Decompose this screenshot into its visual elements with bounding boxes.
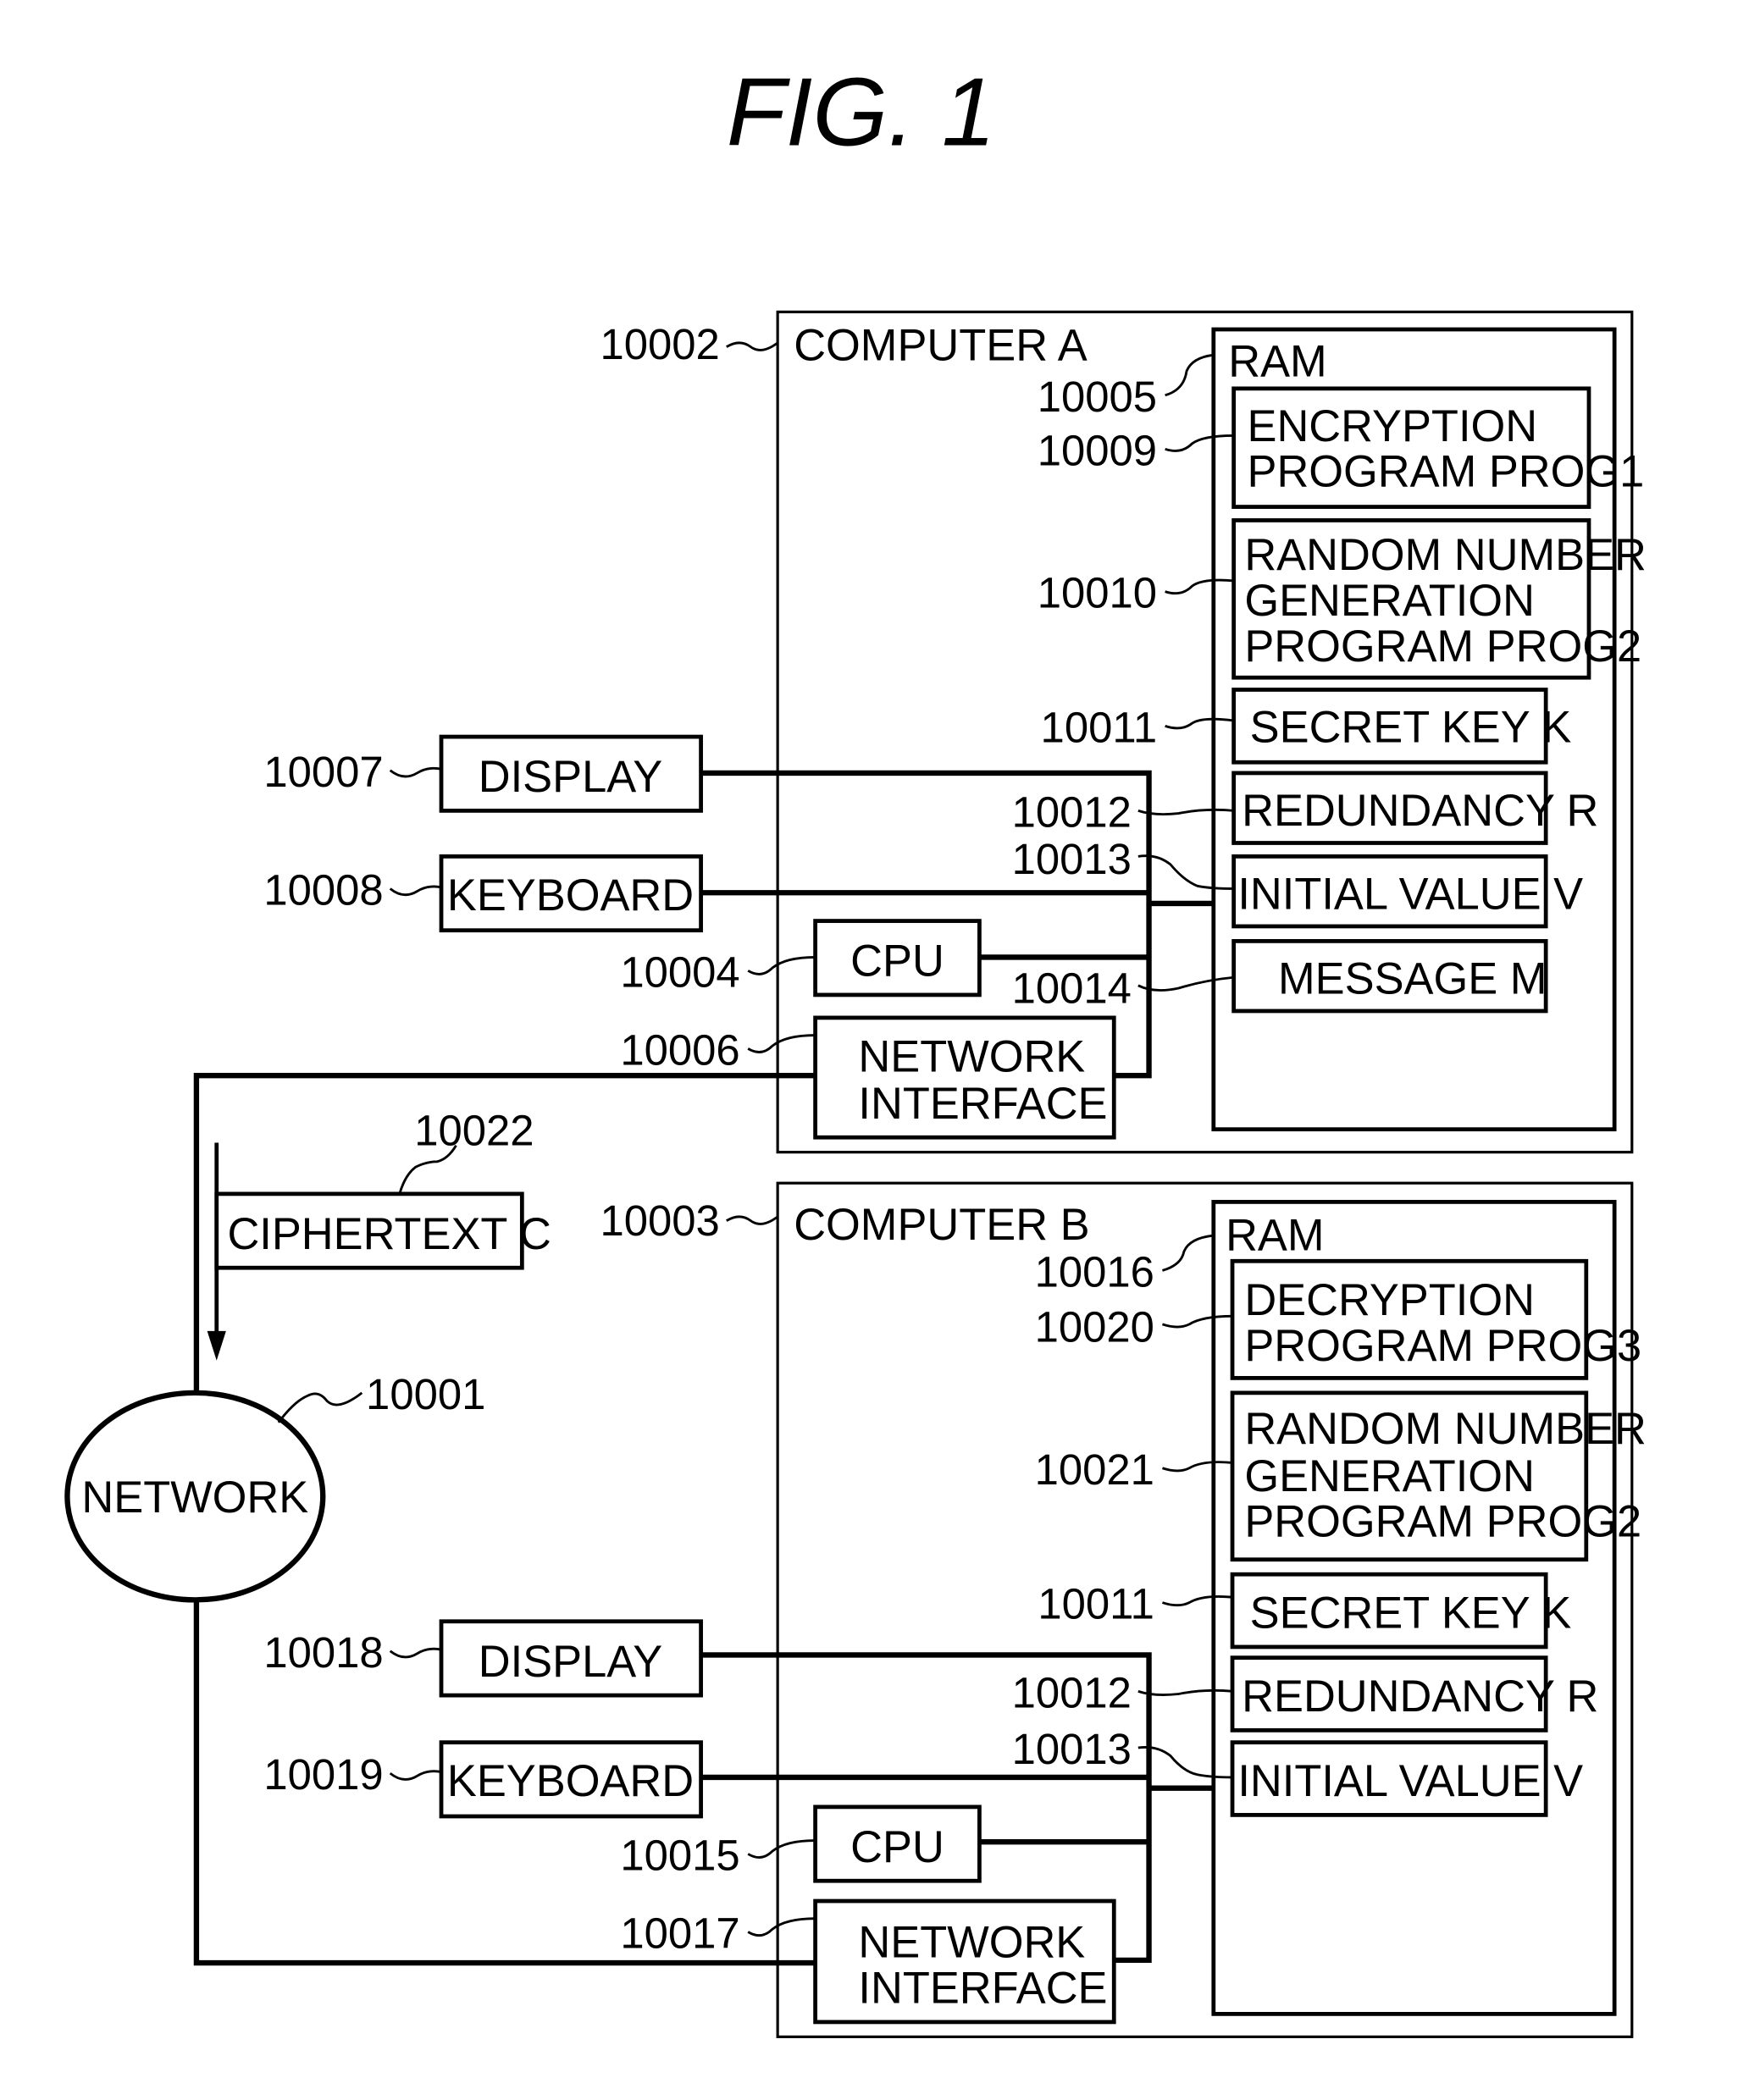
ref-10006: 10006: [620, 1025, 739, 1074]
ram-a-ref: 10005: [1038, 373, 1157, 421]
ram-b-ref: 10016: [1035, 1247, 1154, 1296]
display-a-label: DISPLAY: [479, 753, 662, 802]
ram-a-item-text: REDUNDANCY R: [1242, 787, 1598, 836]
ram-b-item-text: DECRYPTION: [1244, 1276, 1535, 1325]
leader-10018: [389, 1647, 442, 1659]
ref-10014: 10014: [1012, 964, 1132, 1012]
ref-10012-a: 10012: [1012, 788, 1132, 836]
ram-a-label: RAM: [1228, 338, 1326, 387]
ram-b-label: RAM: [1226, 1212, 1324, 1261]
ref-10004: 10004: [620, 948, 739, 996]
keyboard-b-label: KEYBOARD: [447, 1757, 694, 1806]
ram-a-item-text: GENERATION: [1244, 577, 1535, 626]
ram-a-item-text: SECRET KEY K: [1250, 703, 1572, 752]
computer-a-label: COMPUTER A: [794, 322, 1088, 371]
computer-b-label: COMPUTER B: [794, 1201, 1089, 1250]
ref-10019: 10019: [263, 1750, 383, 1799]
display-b-label: DISPLAY: [479, 1638, 662, 1687]
ref-10001: 10001: [366, 1370, 485, 1418]
ram-b-item-text: SECRET KEY K: [1250, 1589, 1572, 1639]
leader-10004: [747, 956, 816, 975]
leader-10007: [389, 766, 442, 778]
ref-10010: 10010: [1038, 569, 1157, 617]
ram-b-item-text: PROGRAM PROG3: [1244, 1322, 1641, 1371]
computer-a-ref: 10002: [601, 320, 720, 368]
ref-10020: 10020: [1035, 1303, 1154, 1351]
leader-10017: [747, 1917, 816, 1937]
leader-10015: [747, 1839, 816, 1859]
keyboard-a-label: KEYBOARD: [447, 871, 694, 920]
ref-10017: 10017: [620, 1909, 739, 1958]
ram-b-item-text: INITIAL VALUE V: [1237, 1757, 1583, 1806]
ref-10018: 10018: [263, 1628, 383, 1677]
ram-a-item-text: INITIAL VALUE V: [1237, 870, 1583, 919]
ram-a-item-text: ENCRYPTION: [1248, 402, 1538, 451]
network-interface-a-label: NETWORK: [858, 1032, 1085, 1081]
cpu-a-label: CPU: [850, 937, 944, 986]
ref-10022: 10022: [414, 1107, 534, 1155]
leader-10005: [1165, 353, 1214, 397]
ram-b-item-text: PROGRAM PROG2: [1244, 1498, 1641, 1547]
ciphertext-label: CIPHERTEXT C: [227, 1210, 551, 1259]
figure-title: FIG. 1: [727, 58, 996, 166]
network-interface-b-label: INTERFACE: [858, 1965, 1107, 2014]
ref-10011-b: 10011: [1038, 1580, 1154, 1628]
ram-b-item-text: RANDOM NUMBER: [1244, 1405, 1647, 1454]
computer-b-ref: 10003: [601, 1196, 720, 1245]
ram-b-item-text: REDUNDANCY R: [1242, 1672, 1598, 1721]
cpu-b-label: CPU: [850, 1823, 944, 1872]
arrow-head-icon: [207, 1330, 226, 1361]
fig1-diagram: FIG. 1 COMPUTER A 10002 RAM 10005 ENCRYP…: [64, 58, 1647, 2038]
leader-10008: [389, 885, 442, 897]
ref-10013-b: 10013: [1012, 1725, 1132, 1773]
ref-10009: 10009: [1038, 426, 1157, 474]
ram-a-item-text: PROGRAM PROG2: [1244, 622, 1641, 671]
leader-10002: [726, 341, 778, 351]
ref-10007: 10007: [263, 748, 383, 796]
ref-10015: 10015: [620, 1832, 739, 1880]
ref-10008: 10008: [263, 866, 383, 915]
leader-10001: [277, 1391, 363, 1423]
ram-a-item-text: PROGRAM PROG1: [1248, 448, 1645, 497]
ram-b-item-text: GENERATION: [1244, 1452, 1535, 1501]
ref-10011-a: 10011: [1041, 703, 1158, 751]
ref-10013-a: 10013: [1012, 835, 1132, 883]
ref-10021: 10021: [1035, 1445, 1154, 1494]
network-interface-a-label: INTERFACE: [858, 1080, 1107, 1129]
leader-10006: [747, 1034, 816, 1053]
leader-10016: [1162, 1234, 1214, 1272]
ram-a-item-text: RANDOM NUMBER: [1244, 531, 1647, 580]
ram-a-item-text: MESSAGE M: [1278, 954, 1547, 1003]
network-interface-b-label: NETWORK: [858, 1919, 1085, 1968]
network-label: NETWORK: [81, 1473, 308, 1522]
leader-10003: [726, 1215, 778, 1225]
leader-10019: [389, 1770, 442, 1781]
ref-10012-b: 10012: [1012, 1668, 1132, 1716]
